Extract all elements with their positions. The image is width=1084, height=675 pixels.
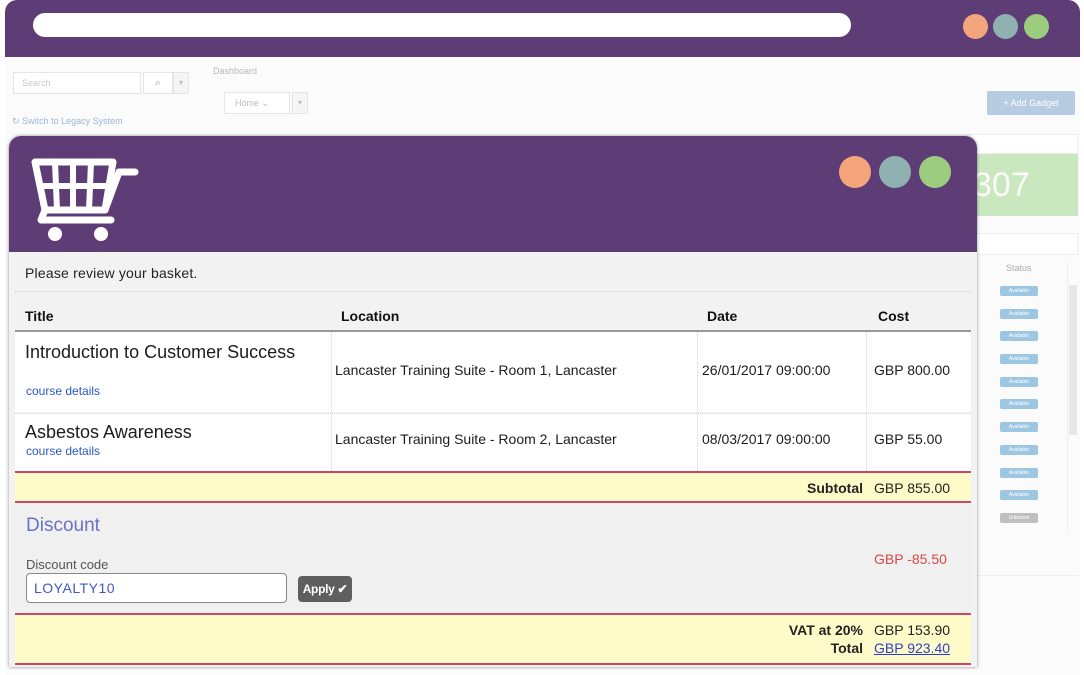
discount-section: Discount Discount code Apply ✔ GBP -85.5… — [15, 503, 971, 613]
browser-titlebar — [5, 0, 1080, 57]
course-details-link[interactable]: course details — [26, 384, 100, 398]
total-value-link[interactable]: GBP 923.40 — [874, 640, 950, 656]
window-dot-green[interactable] — [1024, 14, 1049, 39]
course-date: 26/01/2017 09:00:00 — [702, 362, 831, 378]
column-header-cost: Cost — [878, 308, 910, 324]
chevron-down-icon[interactable]: ▾ — [292, 92, 308, 114]
discount-title: Discount — [26, 515, 100, 536]
course-details-link[interactable]: course details — [26, 444, 100, 458]
status-badge: Available — [1000, 444, 1038, 455]
chevron-down-icon: ⌄ — [261, 98, 270, 108]
add-gadget-button[interactable]: + Add Gadget — [987, 91, 1075, 115]
status-badge: Available — [1000, 331, 1038, 342]
course-title: Asbestos Awareness — [25, 422, 192, 442]
gadget-header — [965, 134, 1078, 154]
window-dot-teal[interactable] — [879, 156, 911, 188]
column-separator — [866, 414, 867, 471]
divider — [15, 291, 971, 292]
window-dot-orange[interactable] — [839, 156, 871, 188]
basket-window: Please review your basket. Title Locatio… — [9, 136, 977, 667]
column-separator — [697, 414, 698, 471]
search-icon[interactable]: ⌕ — [143, 72, 173, 94]
course-location: Lancaster Training Suite - Room 2, Lanca… — [335, 431, 617, 447]
legacy-system-link[interactable]: ↻ Switch to Legacy System — [12, 116, 123, 127]
column-header-location: Location — [341, 308, 400, 324]
discount-code-input[interactable] — [26, 573, 287, 603]
column-separator — [866, 332, 867, 412]
totals-row: VAT at 20% GBP 153.90 Total GBP 923.40 — [15, 613, 971, 665]
breadcrumb: Dashboard — [213, 66, 258, 76]
window-dot-orange[interactable] — [963, 14, 988, 39]
basket-header — [9, 136, 977, 252]
status-badge: Available — [1000, 490, 1038, 501]
status-badge: Available — [1000, 376, 1038, 387]
course-location: Lancaster Training Suite - Room 1, Lanca… — [335, 362, 617, 378]
status-column-header: Status — [1006, 263, 1032, 273]
legacy-link-label: Switch to Legacy System — [22, 116, 123, 126]
course-cost: GBP 800.00 — [874, 362, 951, 378]
status-badge: Available — [1000, 354, 1038, 365]
home-select[interactable]: Home ⌄ — [224, 92, 290, 114]
stat-tile: 307 — [965, 154, 1078, 216]
apply-discount-button[interactable]: Apply ✔ — [298, 576, 352, 602]
status-badge-list: Available Available Available Available … — [1000, 286, 1040, 536]
window-dot-teal[interactable] — [993, 14, 1018, 39]
subtotal-row: Subtotal GBP 855.00 — [15, 471, 971, 503]
subtotal-label: Subtotal — [807, 480, 863, 496]
discount-amount: GBP -85.50 — [874, 551, 947, 567]
total-label: Total — [830, 640, 863, 656]
basket-intro-text: Please review your basket. — [25, 265, 198, 281]
column-header-title: Title — [25, 308, 54, 324]
sync-icon: ↻ — [12, 116, 20, 126]
status-badge: Available — [1000, 286, 1038, 296]
column-header-date: Date — [707, 308, 738, 324]
chevron-down-icon[interactable]: ▾ — [173, 72, 189, 94]
discount-code-label: Discount code — [26, 557, 109, 572]
table-row: Introduction to Customer Success course … — [15, 332, 971, 412]
window-dot-green[interactable] — [919, 156, 951, 188]
vat-label: VAT at 20% — [788, 622, 863, 638]
course-cost: GBP 55.00 — [874, 431, 943, 447]
status-badge: Available — [1000, 308, 1038, 319]
home-select-label: Home — [235, 98, 260, 108]
column-separator — [331, 332, 332, 412]
subtotal-value: GBP 855.00 — [874, 480, 951, 496]
table-row: Asbestos Awareness course details Lancas… — [15, 413, 971, 471]
status-badge: Available — [1000, 399, 1038, 410]
gadget-header — [965, 233, 1078, 255]
shopping-cart-icon — [31, 158, 139, 241]
scrollbar-thumb[interactable] — [1069, 285, 1077, 435]
search-input[interactable]: Search — [13, 72, 141, 94]
course-date: 08/03/2017 09:00:00 — [702, 431, 831, 447]
column-separator — [331, 414, 332, 471]
basket-body: Please review your basket. Title Locatio… — [9, 252, 977, 667]
address-bar[interactable] — [33, 13, 851, 37]
status-badge: Available — [1000, 422, 1038, 433]
gadget-footer — [965, 575, 1078, 585]
column-separator — [697, 332, 698, 412]
vat-value: GBP 153.90 — [874, 622, 951, 638]
course-title: Introduction to Customer Success — [25, 342, 296, 362]
status-badge: Unknown — [1000, 512, 1038, 523]
status-badge: Available — [1000, 467, 1038, 478]
